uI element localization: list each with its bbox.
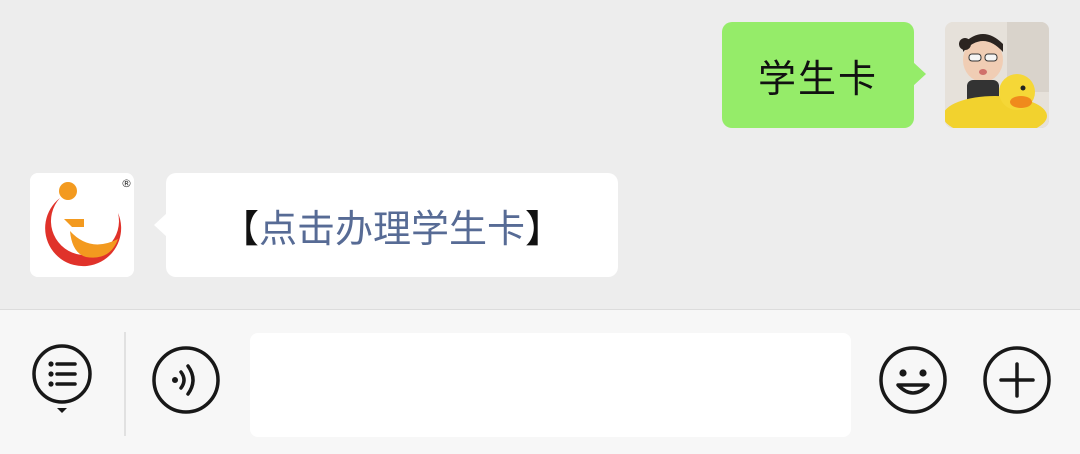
student-card-link[interactable]: 点击办理学生卡 xyxy=(259,198,525,253)
plus-icon xyxy=(983,346,1051,414)
menu-button[interactable] xyxy=(27,342,97,413)
plus-button[interactable] xyxy=(982,345,1052,415)
voice-icon xyxy=(152,346,220,414)
bracket-open: 【 xyxy=(220,206,259,251)
emoji-button[interactable] xyxy=(878,345,948,415)
input-bar-divider xyxy=(124,332,126,436)
outgoing-message-bubble[interactable]: 学生卡 xyxy=(722,22,926,128)
user-photo-icon xyxy=(945,22,1049,128)
message-input[interactable] xyxy=(250,333,851,437)
brand-avatar[interactable]: ® xyxy=(30,173,134,277)
bracket-close: 】 xyxy=(525,206,564,251)
input-bar xyxy=(0,309,1080,454)
outgoing-message-text: 学生卡 xyxy=(757,56,878,101)
menu-list-icon xyxy=(32,344,92,413)
emoji-icon xyxy=(879,346,947,414)
voice-button[interactable] xyxy=(151,345,221,415)
incoming-message-bubble: 【 点击办理学生卡 】 xyxy=(154,173,618,277)
registered-mark: ® xyxy=(121,177,132,190)
user-avatar[interactable] xyxy=(945,22,1049,128)
brand-logo-icon: ® xyxy=(30,173,134,277)
chat-area: 学生卡 ® 【 点击办理学生卡 】 xyxy=(0,0,1080,309)
